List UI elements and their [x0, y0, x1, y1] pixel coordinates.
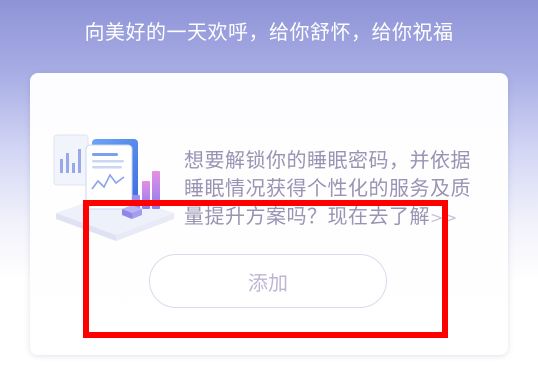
learn-more-arrow[interactable]: >>	[430, 208, 458, 227]
greeting-text: 向美好的一天欢呼，给你舒怀，给你祝福	[84, 20, 454, 44]
sleep-report-chart-icon	[46, 125, 186, 245]
promo-text-body: 想要解锁你的睡眠密码，并依据睡眠情况获得个性化的服务及质量提升方案吗？现在去了解	[184, 148, 471, 228]
sleep-promo-description[interactable]: 想要解锁你的睡眠密码，并依据睡眠情况获得个性化的服务及质量提升方案吗？现在去了解…	[184, 146, 484, 232]
add-button[interactable]: 添加	[149, 254, 387, 308]
sleep-promo-card: 想要解锁你的睡眠密码，并依据睡眠情况获得个性化的服务及质量提升方案吗？现在去了解…	[30, 73, 508, 355]
top-banner: 向美好的一天欢呼，给你舒怀，给你祝福	[0, 0, 538, 60]
